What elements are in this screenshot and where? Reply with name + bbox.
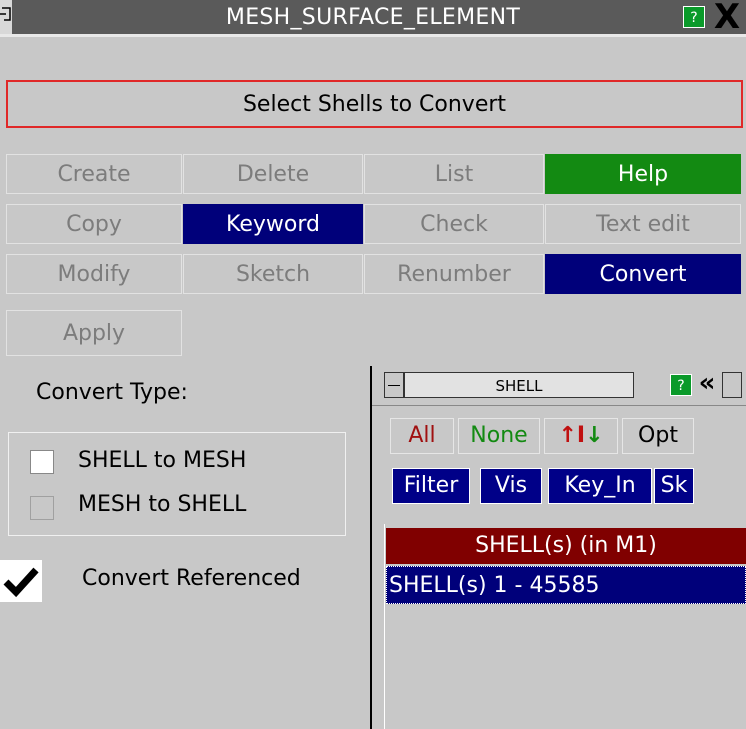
check-button[interactable]: Check xyxy=(364,204,544,244)
shell-to-mesh-label: SHELL to MESH xyxy=(78,448,247,473)
sketch-button[interactable]: Sketch xyxy=(183,254,363,294)
reverse-selection-button[interactable]: ↑I↓ xyxy=(544,418,618,454)
modify-button[interactable]: Modify xyxy=(6,254,182,294)
list-header: SHELL(s) (in M1) xyxy=(386,528,746,564)
window-menu-icon[interactable] xyxy=(0,0,12,34)
apply-button[interactable]: Apply xyxy=(6,310,182,356)
visible-button[interactable]: Vis xyxy=(480,468,542,504)
filter-button[interactable]: Filter xyxy=(392,468,470,504)
up-arrow-icon: ↑I xyxy=(558,423,586,448)
mesh-to-shell-label: MESH to SHELL xyxy=(78,492,247,517)
shell-help-button[interactable]: ? xyxy=(670,374,692,396)
copy-button[interactable]: Copy xyxy=(6,204,182,244)
renumber-button[interactable]: Renumber xyxy=(364,254,544,294)
options-button[interactable]: Opt xyxy=(622,418,694,454)
convert-button[interactable]: Convert xyxy=(545,254,741,294)
list-item[interactable]: SHELL(s) 1 - 45585 xyxy=(386,566,746,604)
minimize-icon[interactable] xyxy=(384,372,404,398)
select-none-button[interactable]: None xyxy=(458,418,540,454)
convert-referenced-checkbox[interactable] xyxy=(0,560,42,602)
maximize-icon[interactable] xyxy=(722,372,742,398)
window-title: MESH_SURFACE_ELEMENT xyxy=(225,5,521,30)
close-button[interactable]: X xyxy=(708,0,746,34)
collapse-icon[interactable]: « xyxy=(695,368,719,398)
select-all-button[interactable]: All xyxy=(390,418,454,454)
shell-to-mesh-radio[interactable] xyxy=(30,450,54,474)
window-help-button[interactable]: ? xyxy=(683,6,705,28)
delete-button[interactable]: Delete xyxy=(183,154,363,194)
down-arrow-icon: ↓ xyxy=(585,423,604,448)
text-edit-button[interactable]: Text edit xyxy=(545,204,741,244)
title-separator xyxy=(0,34,746,37)
checkmark-icon xyxy=(3,567,39,598)
create-button[interactable]: Create xyxy=(6,154,182,194)
panel-divider xyxy=(370,366,372,729)
help-button[interactable]: Help xyxy=(545,154,741,194)
sketch-select-button[interactable]: Sk xyxy=(654,468,694,504)
shell-panel-title: SHELL xyxy=(404,372,634,398)
mesh-to-shell-radio[interactable] xyxy=(30,496,54,520)
selection-prompt: Select Shells to Convert xyxy=(6,80,743,128)
convert-referenced-label: Convert Referenced xyxy=(82,566,301,591)
list-button[interactable]: List xyxy=(364,154,544,194)
convert-type-label: Convert Type: xyxy=(36,380,188,405)
keyword-button[interactable]: Keyword xyxy=(183,204,363,244)
key-in-button[interactable]: Key_In xyxy=(548,468,652,504)
